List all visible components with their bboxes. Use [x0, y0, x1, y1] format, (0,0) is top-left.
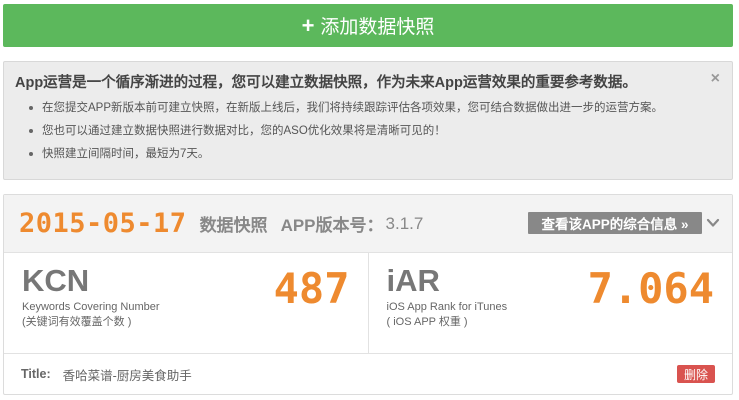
close-icon[interactable]: × — [711, 71, 720, 87]
delete-button[interactable]: 删除 — [676, 365, 715, 383]
app-version-label: APP版本号： — [280, 216, 384, 235]
metric-subtitle: (关键词有效覆盖个数 ) — [22, 316, 132, 328]
info-notice: App运营是一个循序渐进的过程，您可以建立数据快照，作为未来App运营效果的重要… — [3, 61, 733, 180]
metric-value: 487 — [273, 264, 350, 313]
metric-subtitle: ( iOS APP 权重 ) — [386, 316, 468, 328]
notice-item: 您也可以通过建立数据快照进行数据对比，您的ASO优化效果将是清晰可见的！ — [29, 124, 720, 138]
snapshot-date: 2015-05-17 — [19, 208, 187, 239]
add-snapshot-label: 添加数据快照 — [320, 17, 435, 38]
chevron-down-icon[interactable] — [706, 216, 720, 230]
app-version: 3.1.7 — [385, 213, 424, 233]
add-snapshot-button[interactable]: + 添加数据快照 — [3, 4, 733, 47]
metric-iar: iAR iOS App Rank for iTunes ( iOS APP 权重… — [367, 253, 733, 353]
notice-list: 在您提交APP新版本前可建立快照，在新版上线后，我们将持续跟踪评估各项效果，您可… — [29, 101, 720, 161]
notice-item: 快照建立间隔时间，最短为7天。 — [29, 147, 720, 161]
snapshot-card: 2015-05-17 数据快照 APP版本号： 3.1.7 查看该APP的综合信… — [3, 194, 733, 395]
view-app-info-button[interactable]: 查看该APP的综合信息 » — [528, 212, 702, 234]
notice-item: 在您提交APP新版本前可建立快照，在新版上线后，我们将持续跟踪评估各项效果，您可… — [29, 101, 720, 115]
title-label: Title: — [21, 367, 51, 381]
metrics-row: KCN Keywords Covering Number (关键词有效覆盖个数 … — [4, 253, 732, 354]
notice-title: App运营是一个循序渐进的过程，您可以建立数据快照，作为未来App运营效果的重要… — [15, 75, 637, 91]
metric-kcn: KCN Keywords Covering Number (关键词有效覆盖个数 … — [4, 253, 368, 353]
title-row: Title: 香哈菜谱-厨房美食助手 删除 — [4, 354, 732, 394]
app-title: 香哈菜谱-厨房美食助手 — [62, 368, 192, 383]
snapshot-label: 数据快照 — [199, 216, 268, 235]
snapshot-header: 2015-05-17 数据快照 APP版本号： 3.1.7 查看该APP的综合信… — [4, 195, 732, 253]
plus-icon: + — [301, 12, 315, 38]
metric-value: 7.064 — [587, 264, 714, 313]
